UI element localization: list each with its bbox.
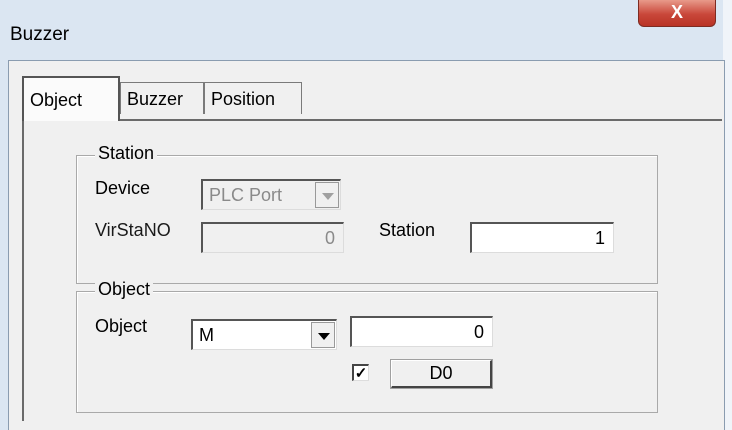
virstano-label: VirStaNO xyxy=(95,220,171,240)
tab-object[interactable]: Object xyxy=(22,76,120,121)
object-address-input[interactable]: 0 xyxy=(350,316,493,347)
buzzer-dialog: Buzzer X Object Buzzer Position Station … xyxy=(0,0,732,430)
address-button[interactable]: D0 xyxy=(390,359,493,389)
device-select[interactable]: PLC Port xyxy=(201,179,341,210)
object-type-select[interactable]: M xyxy=(191,319,337,350)
window-title: Buzzer xyxy=(10,24,70,45)
device-label: Device xyxy=(95,178,151,198)
device-select-value: PLC Port xyxy=(209,185,283,205)
tab-buzzer[interactable]: Buzzer xyxy=(120,82,204,114)
station-input[interactable]: 1 xyxy=(470,222,614,253)
station-group-label: Station xyxy=(95,143,158,164)
station-group: Station Device PLC Port VirStaNO 0 Stati… xyxy=(76,143,658,284)
check-icon: ✓ xyxy=(354,365,368,382)
station-label: Station xyxy=(379,220,436,240)
object-label: Object xyxy=(95,316,148,336)
object-type-value: M xyxy=(199,325,214,345)
chevron-down-icon[interactable] xyxy=(315,182,339,208)
object-group-label: Object xyxy=(95,279,154,300)
tab-position[interactable]: Position xyxy=(204,82,302,114)
virstano-input[interactable]: 0 xyxy=(201,222,344,253)
close-icon: X xyxy=(670,2,683,22)
tab-panel-object: Station Device PLC Port VirStaNO 0 Stati… xyxy=(22,119,722,421)
address-checkbox[interactable]: ✓ xyxy=(352,364,369,381)
close-button[interactable]: X xyxy=(638,0,716,27)
object-group: Object Object M 0 ✓ D0 xyxy=(76,279,658,413)
chevron-down-icon[interactable] xyxy=(311,322,335,348)
